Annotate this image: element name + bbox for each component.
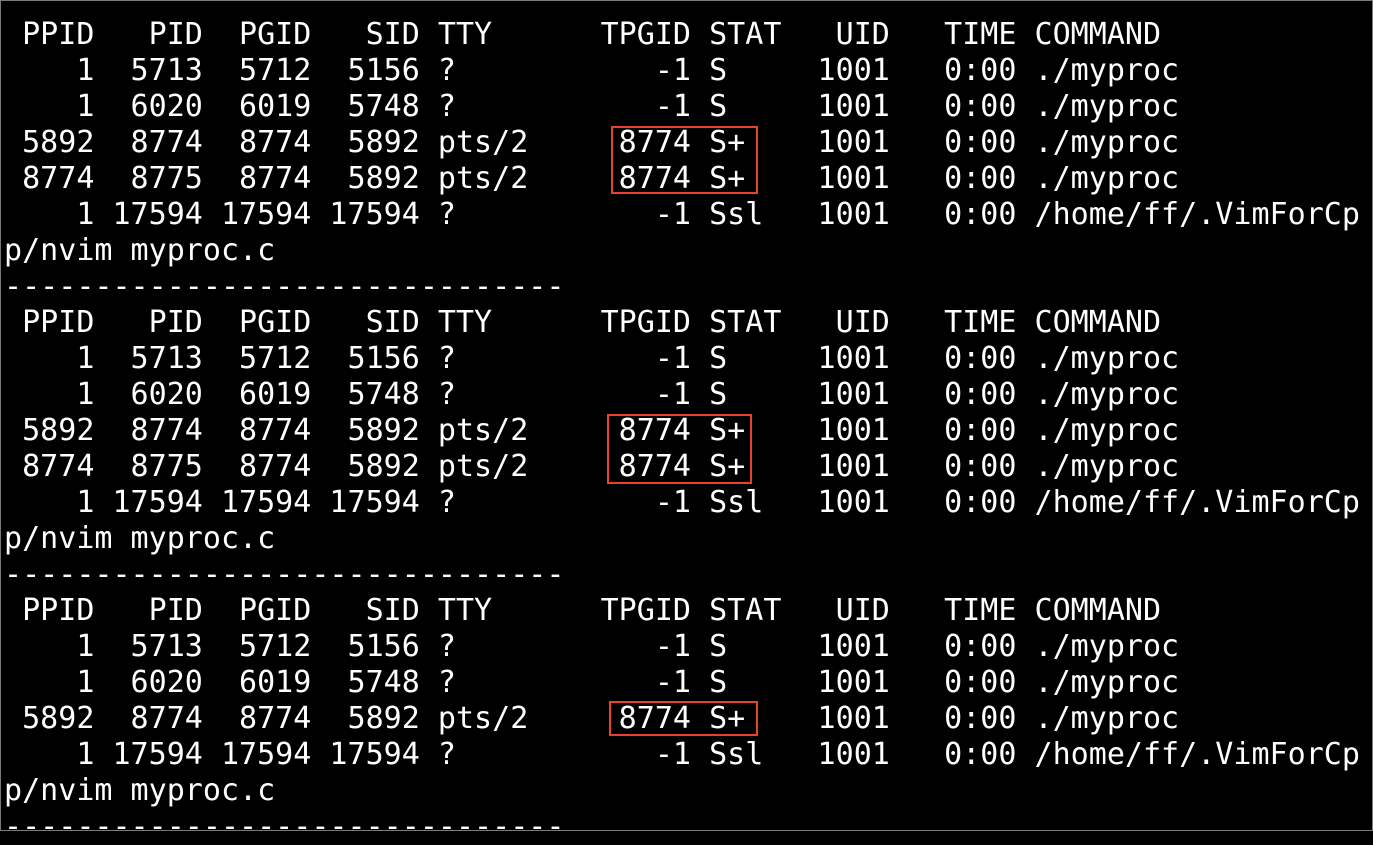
highlight-box — [611, 126, 758, 194]
ps-process-row: 5892 8774 8774 5892 pts/2 8774 S+ 1001 0… — [4, 413, 1180, 448]
ps-process-row: 1 6020 6019 5748 ? -1 S 1001 0:00 ./mypr… — [4, 89, 1180, 124]
ps-process-row: 5892 8774 8774 5892 pts/2 8774 S+ 1001 0… — [4, 125, 1180, 160]
ps-header-row: PPID PID PGID SID TTY TPGID STAT UID TIM… — [4, 305, 1162, 340]
highlight-box — [609, 701, 758, 736]
terminal-output[interactable]: ------------------------------- PPID PID… — [0, 0, 1373, 844]
wrapped-command-line: p/nvim myproc.c — [4, 233, 276, 268]
wrapped-command-line: p/nvim myproc.c — [4, 521, 276, 556]
ps-process-row: 8774 8775 8774 5892 pts/2 8774 S+ 1001 0… — [4, 449, 1180, 484]
ps-process-row: 1 6020 6019 5748 ? -1 S 1001 0:00 ./mypr… — [4, 377, 1180, 412]
separator-line: ------------------------------- — [4, 809, 565, 844]
ps-process-row: 8774 8775 8774 5892 pts/2 8774 S+ 1001 0… — [4, 161, 1180, 196]
ps-process-row: 1 17594 17594 17594 ? -1 Ssl 1001 0:00 /… — [4, 197, 1360, 232]
separator-line: ------------------------------- — [4, 0, 564, 17]
ps-process-row: 1 6020 6019 5748 ? -1 S 1001 0:00 ./mypr… — [4, 665, 1180, 700]
ps-process-row: 1 17594 17594 17594 ? -1 Ssl 1001 0:00 /… — [4, 737, 1360, 772]
ps-header-row: PPID PID PGID SID TTY TPGID STAT UID TIM… — [4, 17, 1162, 52]
ps-process-row: 1 17594 17594 17594 ? -1 Ssl 1001 0:00 /… — [4, 485, 1360, 520]
ps-header-row: PPID PID PGID SID TTY TPGID STAT UID TIM… — [4, 593, 1162, 628]
separator-line: ------------------------------- — [4, 557, 565, 592]
separator-line: ------------------------------- — [4, 269, 565, 304]
ps-process-row: 1 5713 5712 5156 ? -1 S 1001 0:00 ./mypr… — [4, 341, 1180, 376]
highlight-box — [607, 414, 752, 484]
wrapped-command-line: p/nvim myproc.c — [4, 773, 276, 808]
ps-process-row: 1 5713 5712 5156 ? -1 S 1001 0:00 ./mypr… — [4, 53, 1180, 88]
ps-process-row: 5892 8774 8774 5892 pts/2 8774 S+ 1001 0… — [4, 701, 1180, 736]
ps-process-row: 1 5713 5712 5156 ? -1 S 1001 0:00 ./mypr… — [4, 629, 1180, 664]
